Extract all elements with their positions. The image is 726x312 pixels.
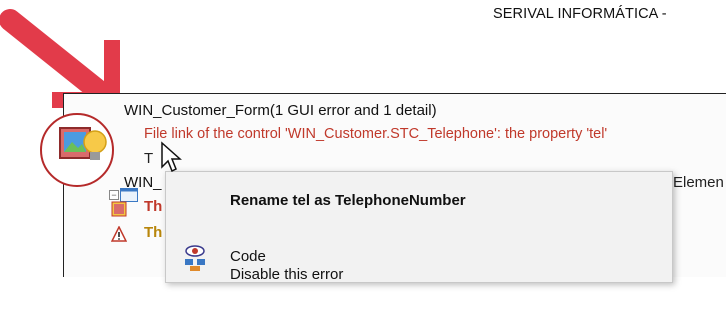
menu-item-disable-label: Disable this error (230, 266, 344, 283)
code-eye-icon (185, 245, 205, 271)
tree-node-form[interactable]: WIN_Customer_Form(1 GUI error and 1 deta… (124, 102, 437, 119)
menu-item-rename-label: Rename tel as TelephoneNumber (230, 192, 466, 209)
mouse-cursor-icon (161, 141, 182, 173)
menu-item-rename[interactable]: Rename tel as TelephoneNumber (166, 186, 672, 222)
error-image-icon (111, 201, 127, 217)
menu-item-code-label: Code (230, 248, 266, 265)
tree-node-error-message[interactable]: File link of the control 'WIN_Customer.S… (144, 126, 607, 142)
context-menu: Rename tel as TelephoneNumber Code Disab… (165, 171, 673, 283)
tree-node-warning-item[interactable]: Th (144, 224, 162, 241)
tree-node-window[interactable]: WIN_ (124, 174, 162, 191)
tree-expander[interactable]: − (109, 190, 119, 200)
header-company-text: SERIVAL INFORMÁTICA - (493, 6, 667, 22)
tree-node-truncated[interactable]: T (144, 150, 153, 167)
column-element-label: Elemen (673, 174, 724, 191)
tree-node-error-item[interactable]: Th (144, 198, 162, 215)
warning-triangle-icon (111, 226, 127, 242)
menu-item-disable[interactable]: Disable this error (166, 266, 672, 312)
gui-error-icon (59, 127, 107, 160)
